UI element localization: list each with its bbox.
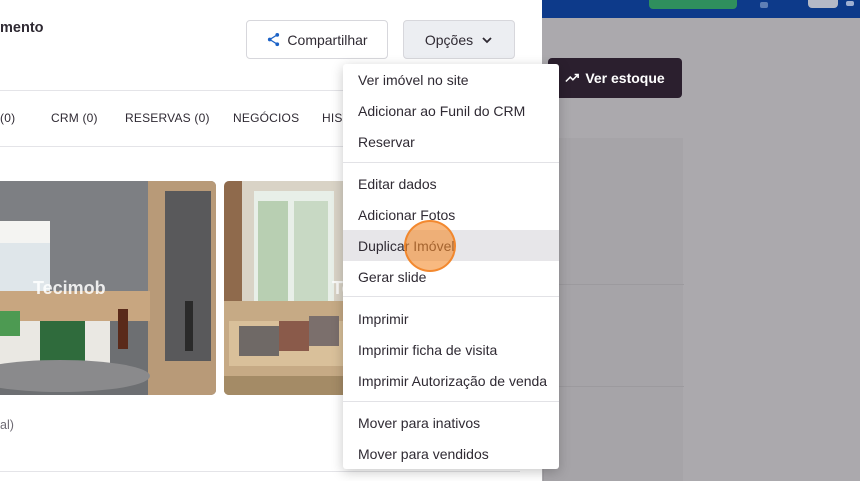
options-label: Opções	[424, 31, 474, 48]
property-photo[interactable]: Te	[224, 181, 354, 395]
share-button[interactable]: Compartilhar	[246, 20, 388, 59]
share-icon	[268, 32, 280, 47]
menu-separator	[343, 296, 559, 297]
tab-deals[interactable]: NEGÓCIOS	[233, 111, 299, 125]
menu-item-print-sale-authorization[interactable]: Imprimir Autorização de venda	[343, 365, 559, 396]
photo-caption: al)	[0, 418, 14, 432]
menu-item-add-photos[interactable]: Adicionar Fotos	[343, 199, 559, 230]
topbar-action-button[interactable]	[649, 0, 737, 9]
tab-crm[interactable]: CRM (0)	[51, 111, 98, 125]
menu-item-print-visit-sheet[interactable]: Imprimir ficha de visita	[343, 334, 559, 365]
page-background	[683, 18, 860, 481]
view-stock-button[interactable]: Ver estoque	[548, 58, 682, 98]
user-menu-chevron-icon[interactable]	[846, 1, 854, 6]
page-title: mento	[0, 20, 44, 36]
notification-icon[interactable]	[760, 2, 768, 8]
property-details-card	[543, 138, 684, 481]
photo-watermark: Tecimob	[33, 278, 106, 298]
card-divider	[544, 284, 684, 285]
property-photo[interactable]: Tecimob	[0, 181, 216, 395]
view-stock-label: Ver estoque	[585, 70, 665, 86]
menu-item-print[interactable]: Imprimir	[343, 303, 559, 334]
menu-item-generate-slide[interactable]: Gerar slide	[343, 261, 559, 292]
menu-separator	[343, 162, 559, 163]
tab-partial[interactable]: (0)	[0, 111, 15, 125]
trending-up-icon	[565, 73, 580, 83]
avatar[interactable]	[808, 0, 838, 8]
card-divider	[544, 386, 684, 387]
menu-item-duplicate-property[interactable]: Duplicar Imóvel	[343, 230, 559, 261]
chevron-down-icon	[482, 36, 492, 43]
menu-item-move-to-inactive[interactable]: Mover para inativos	[343, 407, 559, 438]
tab-reservations[interactable]: RESERVAS (0)	[125, 111, 210, 125]
menu-separator	[343, 401, 559, 402]
menu-item-edit-data[interactable]: Editar dados	[343, 168, 559, 199]
menu-item-add-to-crm-funnel[interactable]: Adicionar ao Funil do CRM	[343, 95, 559, 126]
section-divider	[0, 471, 520, 472]
menu-item-view-on-site[interactable]: Ver imóvel no site	[343, 64, 559, 95]
menu-item-reserve[interactable]: Reservar	[343, 126, 559, 157]
options-dropdown-menu: Ver imóvel no site Adicionar ao Funil do…	[343, 64, 559, 469]
options-button[interactable]: Opções	[403, 20, 515, 59]
menu-item-move-to-sold[interactable]: Mover para vendidos	[343, 438, 559, 469]
share-label: Compartilhar	[287, 31, 368, 48]
